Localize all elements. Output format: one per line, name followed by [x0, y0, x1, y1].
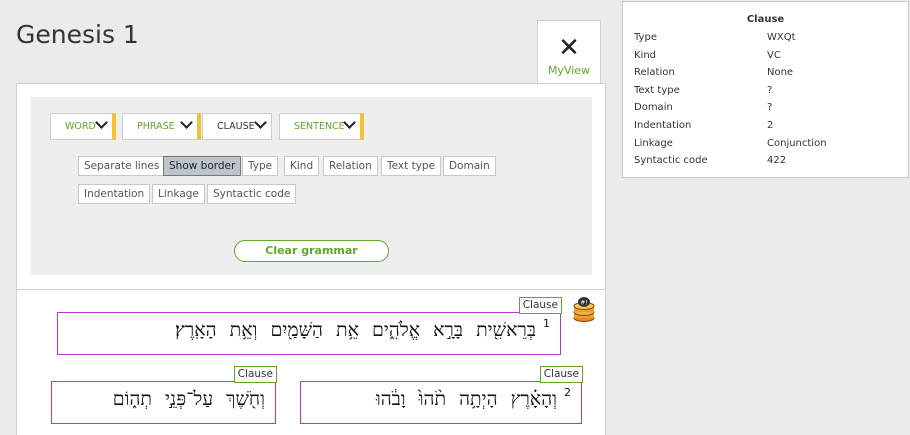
database-icon[interactable]: #!: [573, 296, 595, 322]
tooltip-key: Linkage: [634, 137, 673, 149]
option-separate-lines[interactable]: Separate lines: [78, 156, 166, 176]
phrase-dropdown[interactable]: PHRASE: [122, 113, 201, 140]
option-linkage[interactable]: Linkage: [152, 184, 205, 204]
tooltip-row: Type WXQt: [623, 29, 908, 47]
hebrew-text[interactable]: וְהָאָ֗רֶץ הָיְתָ֥ה תֹ֨הוּ֙ וָבֹ֔הוּ: [376, 388, 557, 411]
tooltip-key: Indentation: [634, 119, 692, 131]
verse-number: 2: [564, 386, 571, 399]
option-kind[interactable]: Kind: [284, 156, 320, 176]
option-relation[interactable]: Relation: [323, 156, 378, 176]
option-indentation[interactable]: Indentation: [78, 184, 151, 204]
grammar-selector: WORD PHRASE CLAUSE SENTENCE Separate lin…: [31, 97, 592, 275]
close-icon[interactable]: ✕: [538, 34, 600, 62]
chevron-down-icon: [254, 116, 267, 129]
tooltip-row: Text type?: [623, 82, 908, 100]
tooltip-row: Domain?: [623, 99, 908, 117]
tooltip-row: Relation None: [623, 64, 908, 82]
option-type[interactable]: Type: [242, 156, 279, 176]
chevron-down-icon: [343, 116, 356, 129]
tooltip-title: Clause: [746, 14, 785, 25]
tooltip-value: WXQt: [767, 32, 796, 43]
tooltip-key: Relation: [634, 67, 675, 79]
tooltip-value: Conjunction: [767, 137, 827, 149]
tooltip-value: ?: [767, 102, 773, 114]
hebrew-text[interactable]: וְחֹ֖שֶׁךְ עַל־פְּנֵ֣י תְה֑וֹם: [113, 388, 265, 411]
tooltip-key: Syntactic code: [634, 155, 708, 167]
tooltip-row: Kind VC: [623, 47, 908, 65]
option-show-border[interactable]: Show border: [163, 156, 242, 176]
clause-dropdown-label: CLAUSE: [217, 121, 255, 132]
sentence-dropdown-label: SENTENCE: [294, 121, 345, 132]
myview-tab[interactable]: ✕ MyView: [537, 20, 601, 84]
tooltip-value: None: [767, 67, 794, 79]
clause-label[interactable]: Clause: [518, 297, 562, 314]
chevron-down-icon: [180, 116, 193, 129]
main-panel: WORD PHRASE CLAUSE SENTENCE Separate lin…: [16, 83, 606, 435]
divider: [17, 289, 605, 290]
tooltip-key: Type: [634, 32, 657, 43]
tooltip-row: Syntactic code 422: [623, 152, 908, 170]
tooltip-value: 422: [767, 155, 787, 167]
tooltip-row: Indentation 2: [623, 117, 908, 135]
tooltip-key: Domain: [634, 102, 673, 114]
sentence-dropdown[interactable]: SENTENCE: [279, 113, 364, 140]
svg-text:#!: #!: [580, 300, 587, 307]
option-text-type[interactable]: Text type: [381, 156, 442, 176]
clause-box[interactable]: Clause 2 וְהָאָ֗רֶץ הָיְתָ֥ה תֹ֨הוּ֙ וָב…: [300, 366, 583, 424]
tooltip-value: ?: [767, 84, 773, 96]
clause-label[interactable]: Clause: [539, 366, 583, 383]
tooltip-value: 2: [767, 119, 774, 131]
page-title: Genesis 1: [16, 20, 139, 49]
clause-dropdown[interactable]: CLAUSE: [202, 113, 272, 140]
tooltip-key: Kind: [634, 49, 657, 61]
clause-label[interactable]: Clause: [233, 366, 277, 383]
tooltip-row: Linkage Conjunction: [623, 135, 908, 153]
word-dropdown-label: WORD: [65, 121, 96, 132]
clause-info-tooltip: Clause Type WXQt Kind VC Relation None Text…: [622, 1, 909, 178]
clear-grammar-button[interactable]: Clear grammar: [234, 240, 389, 262]
myview-label: MyView: [547, 64, 591, 77]
hebrew-text[interactable]: בְּרֵאשִׁ֖ית בָּרָ֣א אֱלֹהִ֑ים אֵ֥ת הַשָ…: [175, 319, 536, 342]
option-syntactic-code[interactable]: Syntactic code: [207, 184, 297, 204]
chevron-down-icon: [95, 116, 108, 129]
verse-number: 1: [543, 317, 550, 330]
clause-box[interactable]: Clause וְחֹ֖שֶׁךְ עַל־פְּנֵ֣י תְה֑וֹם: [51, 366, 277, 424]
option-domain[interactable]: Domain: [443, 156, 496, 176]
phrase-dropdown-label: PHRASE: [137, 121, 175, 132]
word-dropdown[interactable]: WORD: [50, 113, 116, 140]
clause-box[interactable]: Clause 1 בְּרֵאשִׁ֖ית בָּרָ֣א אֱלֹהִ֑ים …: [57, 297, 562, 355]
tooltip-key: Text type: [634, 84, 680, 96]
tooltip-value: VC: [767, 49, 781, 61]
